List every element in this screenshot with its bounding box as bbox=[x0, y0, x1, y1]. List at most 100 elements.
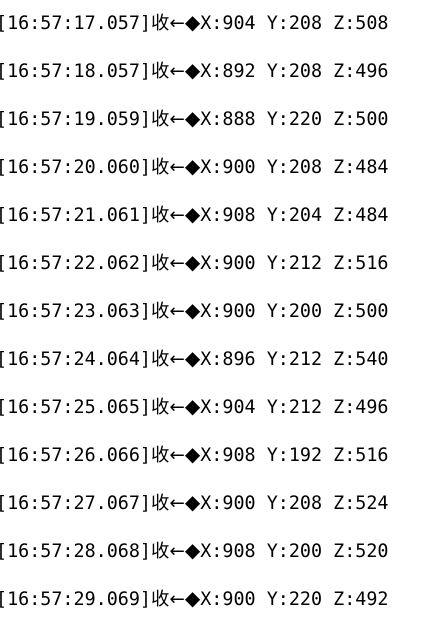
receive-arrow-icon: ← bbox=[169, 397, 185, 418]
log-line: [16:57:29.069]收←◆X:900 Y:220 Z:492 bbox=[0, 574, 446, 622]
log-timestamp: [16:57:22.062] bbox=[0, 253, 152, 274]
log-x-value: X:904 bbox=[200, 397, 256, 418]
log-timestamp: [16:57:21.061] bbox=[0, 205, 152, 226]
log-x-value: X:908 bbox=[200, 445, 256, 466]
log-y-value: Y:208 bbox=[266, 493, 323, 514]
log-line: [16:57:18.057]收←◆X:892 Y:208 Z:496 bbox=[0, 46, 446, 94]
log-line: [16:57:17.057]收←◆X:904 Y:208 Z:508 bbox=[0, 0, 446, 46]
log-line: [16:57:27.067]收←◆X:900 Y:208 Z:524 bbox=[0, 478, 446, 526]
receive-arrow-icon: ← bbox=[169, 253, 185, 274]
log-timestamp: [16:57:18.057] bbox=[0, 61, 152, 82]
log-direction-label: 收 bbox=[151, 109, 170, 130]
log-direction-label: 收 bbox=[151, 253, 170, 274]
log-z-value: Z:516 bbox=[333, 445, 389, 466]
log-timestamp: [16:57:19.059] bbox=[0, 109, 152, 130]
log-x-value: X:900 bbox=[200, 493, 256, 514]
receive-arrow-icon: ← bbox=[169, 493, 185, 514]
log-direction-label: 收 bbox=[151, 349, 170, 370]
log-y-value: Y:200 bbox=[266, 541, 323, 562]
log-x-value: X:900 bbox=[200, 157, 256, 178]
log-direction-label: 收 bbox=[151, 589, 170, 610]
diamond-marker-icon: ◆ bbox=[184, 58, 201, 82]
log-line: [16:57:19.059]收←◆X:888 Y:220 Z:500 bbox=[0, 94, 446, 142]
diamond-marker-icon: ◆ bbox=[184, 490, 201, 514]
diamond-marker-icon: ◆ bbox=[184, 298, 201, 322]
log-y-value: Y:212 bbox=[266, 253, 323, 274]
log-timestamp: [16:57:26.066] bbox=[0, 445, 152, 466]
diamond-marker-icon: ◆ bbox=[184, 346, 201, 370]
log-line: [16:57:21.061]收←◆X:908 Y:204 Z:484 bbox=[0, 190, 446, 238]
receive-arrow-icon: ← bbox=[169, 589, 185, 610]
log-z-value: Z:484 bbox=[333, 205, 389, 226]
log-timestamp: [16:57:24.064] bbox=[0, 349, 152, 370]
log-z-value: Z:540 bbox=[333, 349, 389, 370]
log-timestamp: [16:57:25.065] bbox=[0, 397, 152, 418]
serial-log-output: [16:57:17.057]收←◆X:904 Y:208 Z:508 [16:57… bbox=[0, 0, 446, 622]
log-z-value: Z:520 bbox=[333, 541, 389, 562]
log-direction-label: 收 bbox=[151, 541, 170, 562]
log-direction-label: 收 bbox=[151, 61, 170, 82]
log-x-value: X:892 bbox=[200, 61, 256, 82]
diamond-marker-icon: ◆ bbox=[184, 106, 201, 130]
log-y-value: Y:212 bbox=[266, 397, 323, 418]
log-y-value: Y:212 bbox=[266, 349, 323, 370]
log-timestamp: [16:57:17.057] bbox=[0, 13, 152, 34]
receive-arrow-icon: ← bbox=[169, 301, 185, 322]
log-x-value: X:900 bbox=[200, 301, 256, 322]
log-y-value: Y:220 bbox=[266, 589, 323, 610]
log-z-value: Z:500 bbox=[333, 301, 389, 322]
diamond-marker-icon: ◆ bbox=[184, 586, 201, 610]
log-z-value: Z:524 bbox=[333, 493, 389, 514]
log-z-value: Z:496 bbox=[333, 61, 389, 82]
log-x-value: X:896 bbox=[200, 349, 256, 370]
log-z-value: Z:484 bbox=[333, 157, 389, 178]
log-line: [16:57:25.065]收←◆X:904 Y:212 Z:496 bbox=[0, 382, 446, 430]
log-x-value: X:900 bbox=[200, 253, 256, 274]
log-line: [16:57:22.062]收←◆X:900 Y:212 Z:516 bbox=[0, 238, 446, 286]
log-line: [16:57:23.063]收←◆X:900 Y:200 Z:500 bbox=[0, 286, 446, 334]
diamond-marker-icon: ◆ bbox=[184, 154, 201, 178]
log-y-value: Y:220 bbox=[266, 109, 323, 130]
receive-arrow-icon: ← bbox=[169, 541, 185, 562]
diamond-marker-icon: ◆ bbox=[184, 538, 201, 562]
receive-arrow-icon: ← bbox=[169, 13, 185, 34]
log-direction-label: 收 bbox=[151, 301, 170, 322]
diamond-marker-icon: ◆ bbox=[184, 442, 201, 466]
log-x-value: X:900 bbox=[200, 589, 256, 610]
log-direction-label: 收 bbox=[151, 13, 170, 34]
log-line: [16:57:20.060]收←◆X:900 Y:208 Z:484 bbox=[0, 142, 446, 190]
receive-arrow-icon: ← bbox=[169, 109, 185, 130]
log-z-value: Z:492 bbox=[333, 589, 389, 610]
receive-arrow-icon: ← bbox=[169, 61, 185, 82]
log-y-value: Y:192 bbox=[266, 445, 323, 466]
log-y-value: Y:208 bbox=[266, 157, 323, 178]
log-y-value: Y:204 bbox=[266, 205, 323, 226]
receive-arrow-icon: ← bbox=[169, 205, 185, 226]
log-z-value: Z:500 bbox=[333, 109, 389, 130]
diamond-marker-icon: ◆ bbox=[184, 10, 201, 34]
diamond-marker-icon: ◆ bbox=[184, 202, 201, 226]
log-z-value: Z:516 bbox=[333, 253, 389, 274]
log-line: [16:57:28.068]收←◆X:908 Y:200 Z:520 bbox=[0, 526, 446, 574]
log-z-value: Z:496 bbox=[333, 397, 389, 418]
log-x-value: X:908 bbox=[200, 541, 256, 562]
log-timestamp: [16:57:23.063] bbox=[0, 301, 152, 322]
